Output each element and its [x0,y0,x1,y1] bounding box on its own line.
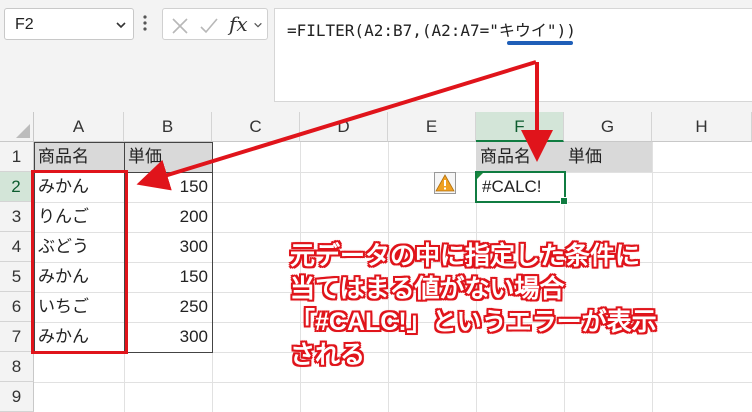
annotation-line: 元データの中に指定した条件に [290,242,641,270]
row-header-8[interactable]: 8 [0,352,34,382]
insert-function-icon[interactable]: fx [229,12,248,36]
column-header-h[interactable]: H [652,112,752,142]
formula-suffix: )) [556,21,576,40]
formula-bar[interactable]: =FILTER(A2:B7,(A2:A7="キウイ")) [274,8,752,102]
row-header-1[interactable]: 1 [0,142,34,172]
chevron-down-icon[interactable] [115,19,127,31]
row-header-5[interactable]: 5 [0,262,34,292]
row-header-9[interactable]: 9 [0,382,34,412]
column-header-e[interactable]: E [388,112,476,142]
highlight-underline [507,41,573,45]
chevron-down-icon[interactable] [253,20,263,30]
result-header-product[interactable]: 商品名 [476,142,564,172]
row-header-7[interactable]: 7 [0,322,34,352]
name-box[interactable]: F2 [4,8,134,40]
column-header-a[interactable]: A [34,112,124,142]
row-header-3[interactable]: 3 [0,202,34,232]
name-box-value: F2 [15,16,34,33]
confirm-icon[interactable] [199,17,219,35]
highlight-box [31,170,128,354]
result-header-price[interactable]: 単価 [564,142,652,172]
column-header-d[interactable]: D [300,112,388,142]
cancel-icon[interactable] [171,17,189,35]
annotation-text: 元データの中に指定した条件に 当てはまる値がない場合 「#CALC!」というエラ… [290,240,657,372]
row-header-4[interactable]: 4 [0,232,34,262]
worksheet[interactable]: A B C D E F G H 1 2 3 4 5 6 7 8 9 商品名 単価… [0,112,752,412]
formula-controls: fx [162,8,268,40]
formula-text: =FILTER(A2:B7,(A2:A7="キウイ")) [287,17,576,41]
column-header-c[interactable]: C [212,112,300,142]
formula-prefix: =FILTER(A2:B7,(A2:A7= [287,21,490,40]
active-cell-border [475,171,568,205]
column-header-f[interactable]: F [476,112,564,142]
row-header-2[interactable]: 2 [0,172,34,202]
error-warning-icon[interactable] [434,172,456,194]
formula-highlight: "キウイ" [489,21,557,40]
annotation-line: 「#CALC!」というエラーが表示 [290,308,657,336]
annotation-line: 当てはまる値がない場合 [290,275,565,303]
row-header-6[interactable]: 6 [0,292,34,322]
column-header-b[interactable]: B [124,112,212,142]
more-options-icon[interactable] [142,12,148,34]
fill-handle[interactable] [560,197,568,205]
select-all-button[interactable] [0,112,34,142]
column-header-g[interactable]: G [564,112,652,142]
annotation-line: される [290,341,366,369]
